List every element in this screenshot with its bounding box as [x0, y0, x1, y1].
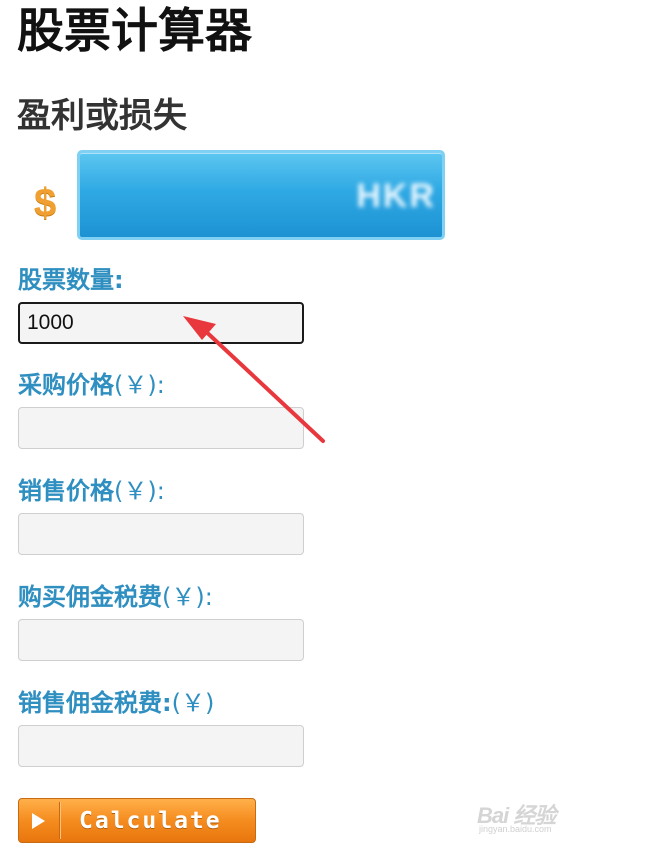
sale-price-label-text: 销售价格 — [18, 477, 114, 505]
shares-label: 股票数量: — [18, 264, 124, 296]
result-value: HKR — [356, 177, 436, 215]
calculate-button[interactable]: Calculate — [18, 798, 256, 843]
purchase-price-input[interactable] — [18, 407, 304, 449]
sale-price-label: 销售价格(￥): — [18, 475, 165, 507]
shares-input[interactable] — [18, 302, 304, 344]
result-display: HKR — [77, 150, 445, 240]
page-title: 股票计算器 — [17, 4, 252, 59]
sale-price-input[interactable] — [18, 513, 304, 555]
purchase-price-unit: (￥): — [114, 371, 165, 399]
buy-commission-unit: (￥): — [162, 583, 213, 611]
calculate-button-label: Calculate — [79, 808, 222, 834]
button-divider — [59, 802, 60, 839]
sell-commission-unit: (￥) — [171, 689, 215, 717]
watermark-logo: Bai 经验 jingyan.baidu.com — [477, 798, 607, 834]
sell-commission-input[interactable] — [18, 725, 304, 767]
buy-commission-input[interactable] — [18, 619, 304, 661]
sale-price-unit: (￥): — [114, 477, 165, 505]
play-icon — [32, 813, 45, 829]
sell-commission-label-text: 销售佣金税费: — [18, 689, 172, 717]
buy-commission-label: 购买佣金税费(￥): — [18, 581, 213, 613]
buy-commission-label-text: 购买佣金税费 — [18, 583, 162, 611]
watermark-sub: jingyan.baidu.com — [479, 824, 552, 834]
section-title: 盈利或损失 — [17, 96, 187, 136]
purchase-price-label-text: 采购价格 — [18, 371, 114, 399]
shares-label-text: 股票数量: — [18, 266, 124, 294]
purchase-price-label: 采购价格(￥): — [18, 369, 165, 401]
currency-symbol: $ — [34, 181, 57, 225]
sell-commission-label: 销售佣金税费:(￥) — [18, 687, 214, 719]
